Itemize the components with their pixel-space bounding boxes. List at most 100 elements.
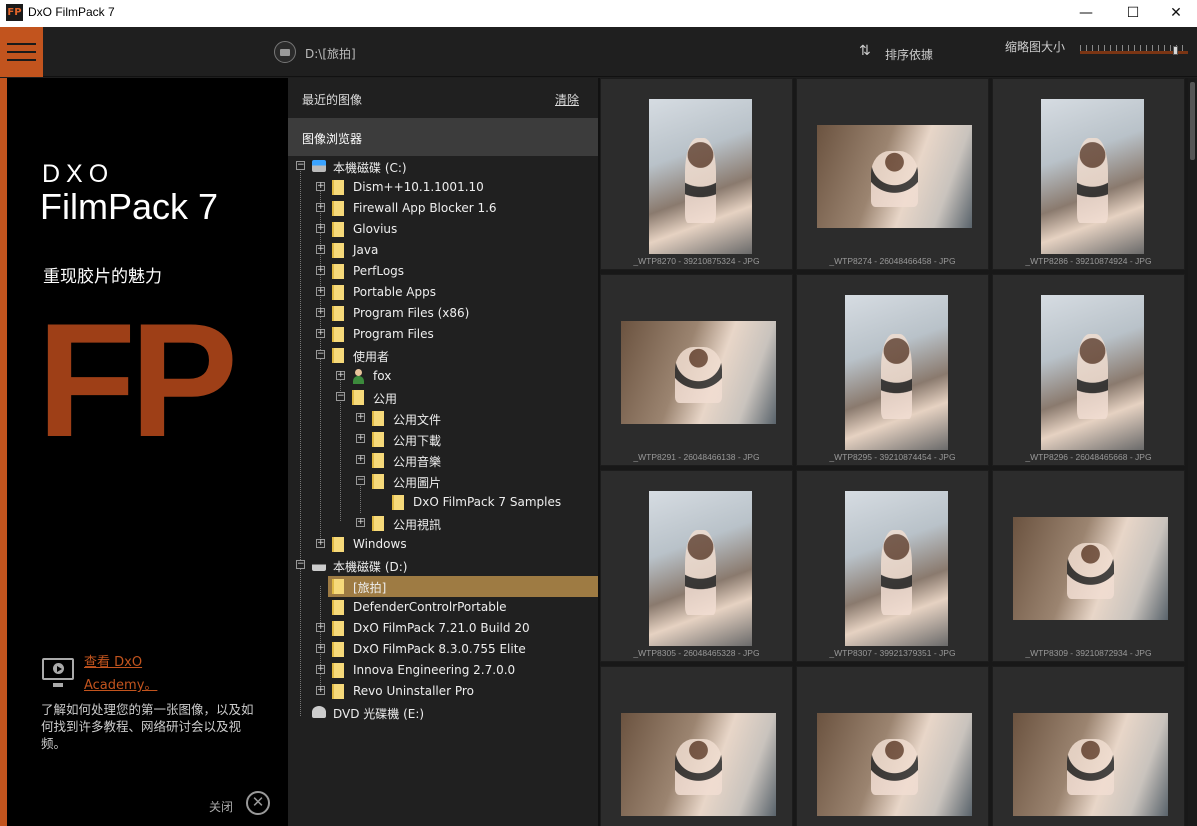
close-panel-button[interactable]: ✕: [246, 791, 270, 815]
thumbnail-image[interactable]: [845, 295, 948, 450]
expand-icon[interactable]: +: [316, 539, 325, 548]
recent-images-label[interactable]: 最近的图像: [302, 91, 362, 108]
welcome-panel: DXO FilmPack 7 重现胶片的魅力 FP 查看 DxO Academy…: [0, 78, 288, 826]
folder-icon: [372, 411, 384, 426]
thumbnail-cell[interactable]: _WTP8307 - 39921379351 - JPG: [796, 470, 989, 662]
thumbnail-cell[interactable]: [992, 666, 1185, 826]
thumbnail-image[interactable]: [845, 491, 948, 646]
expand-icon[interactable]: +: [316, 644, 325, 653]
tree-item[interactable]: + Firewall App Blocker 1.6: [288, 198, 598, 219]
expand-icon[interactable]: +: [356, 518, 365, 527]
collapse-icon[interactable]: −: [296, 560, 305, 569]
thumbnail-cell[interactable]: _WTP8274 - 26048466458 - JPG: [796, 78, 989, 270]
tree-item[interactable]: + Glovius: [288, 219, 598, 240]
thumbnail-image[interactable]: [649, 491, 752, 646]
thumbnail-image[interactable]: [817, 713, 972, 816]
tree-item[interactable]: + Portable Apps: [288, 282, 598, 303]
tree-item[interactable]: − 公用圖片: [288, 471, 598, 492]
thumbnail-cell[interactable]: _WTP8286 - 39210874924 - JPG: [992, 78, 1185, 270]
image-browser-panel: 最近的图像 清除 图像浏览器 − 本機磁碟 (C:) + Dism++10.1.100…: [288, 78, 598, 826]
tree-item[interactable]: + 公用文件: [288, 408, 598, 429]
tree-item[interactable]: − 本機磁碟 (D:): [288, 555, 598, 576]
close-panel-label[interactable]: 关闭: [209, 798, 233, 815]
collapse-icon[interactable]: −: [336, 392, 345, 401]
thumbnail-image[interactable]: [1041, 99, 1144, 254]
thumbnail-cell[interactable]: _WTP8296 - 26048465668 - JPG: [992, 274, 1185, 466]
folder-browse-icon[interactable]: [274, 41, 296, 63]
tree-item[interactable]: − 本機磁碟 (C:): [288, 156, 598, 177]
slider-handle[interactable]: [1173, 46, 1178, 55]
thumbnail-image[interactable]: [621, 713, 776, 816]
tree-item[interactable]: + DxO FilmPack 8.3.0.755 Elite: [288, 639, 598, 660]
thumbnail-cell[interactable]: _WTP8295 - 39210874454 - JPG: [796, 274, 989, 466]
expand-icon[interactable]: +: [316, 329, 325, 338]
tree-item[interactable]: + 公用下載: [288, 429, 598, 450]
sort-button[interactable]: 排序依據: [885, 46, 933, 63]
thumbnail-cell[interactable]: [796, 666, 989, 826]
expand-icon[interactable]: +: [316, 623, 325, 632]
tree-item[interactable]: + Program Files (x86): [288, 303, 598, 324]
thumbnail-image[interactable]: [817, 125, 972, 228]
expand-icon[interactable]: +: [316, 182, 325, 191]
scrollbar-thumb[interactable]: [1190, 82, 1195, 160]
expand-icon[interactable]: +: [316, 308, 325, 317]
expand-icon[interactable]: +: [316, 266, 325, 275]
expand-icon[interactable]: +: [316, 245, 325, 254]
expand-icon[interactable]: +: [336, 371, 345, 380]
sort-icon[interactable]: ⇅: [859, 43, 871, 59]
expand-icon[interactable]: +: [316, 686, 325, 695]
tree-item[interactable]: − 使用者: [288, 345, 598, 366]
thumbnail-image[interactable]: [649, 99, 752, 254]
thumbnail-cell[interactable]: _WTP8309 - 39210872934 - JPG: [992, 470, 1185, 662]
tree-item[interactable]: + 公用音樂: [288, 450, 598, 471]
maximize-button[interactable]: ☐: [1110, 0, 1156, 27]
thumbnail-image[interactable]: [1013, 713, 1168, 816]
expand-icon[interactable]: +: [316, 287, 325, 296]
thumbnail-image[interactable]: [1041, 295, 1144, 450]
academy-link-continued[interactable]: Academy。: [84, 674, 157, 693]
thumbnail-cell[interactable]: [600, 666, 793, 826]
grid-scrollbar[interactable]: [1188, 78, 1197, 826]
thumbnail-image[interactable]: [1013, 517, 1168, 620]
folder-icon: [332, 222, 344, 237]
thumbnail-image[interactable]: [621, 321, 776, 424]
recent-images-row[interactable]: 最近的图像 清除: [288, 78, 598, 118]
tree-item[interactable]: − 公用: [288, 387, 598, 408]
expand-icon[interactable]: +: [316, 224, 325, 233]
tree-item[interactable]: + Revo Uninstaller Pro: [288, 681, 598, 702]
hamburger-icon[interactable]: [0, 27, 43, 77]
tree-item[interactable]: DVD 光碟機 (E:): [288, 702, 598, 723]
collapse-icon[interactable]: −: [296, 161, 305, 170]
tree-item[interactable]: + Innova Engineering 2.7.0.0: [288, 660, 598, 681]
collapse-icon[interactable]: −: [316, 350, 325, 359]
close-window-button[interactable]: ✕: [1153, 0, 1197, 27]
tree-item[interactable]: DefenderControlrPortable: [288, 597, 598, 618]
tree-item[interactable]: + fox: [288, 366, 598, 387]
tree-item[interactable]: + Java: [288, 240, 598, 261]
academy-link[interactable]: 查看 DxO: [84, 651, 142, 670]
tree-item[interactable]: + PerfLogs: [288, 261, 598, 282]
expand-icon[interactable]: +: [356, 434, 365, 443]
expand-icon[interactable]: +: [356, 413, 365, 422]
tree-item[interactable]: + Windows: [288, 534, 598, 555]
tree-item-label: 公用視訊: [393, 518, 442, 532]
tree-item[interactable]: + Program Files: [288, 324, 598, 345]
minimize-button[interactable]: —: [1063, 0, 1109, 27]
thumbnail-cell[interactable]: _WTP8305 - 26048465328 - JPG: [600, 470, 793, 662]
expand-icon[interactable]: +: [316, 203, 325, 212]
thumbnail-cell[interactable]: _WTP8270 - 39210875324 - JPG: [600, 78, 793, 270]
thumbnail-cell[interactable]: _WTP8291 - 26048466138 - JPG: [600, 274, 793, 466]
tree-item[interactable]: [旅拍]: [328, 576, 598, 597]
tree-item[interactable]: + Dism++10.1.1001.10: [288, 177, 598, 198]
tree-item[interactable]: + 公用視訊: [288, 513, 598, 534]
expand-icon[interactable]: +: [316, 665, 325, 674]
tree-item[interactable]: DxO FilmPack 7 Samples: [288, 492, 598, 513]
tree-item-label: DefenderControlrPortable: [353, 600, 507, 614]
tree-item[interactable]: + DxO FilmPack 7.21.0 Build 20: [288, 618, 598, 639]
thumbnail-caption: _WTP8309 - 39210872934 - JPG: [1025, 648, 1152, 658]
expand-icon[interactable]: +: [356, 455, 365, 464]
collapse-icon[interactable]: −: [356, 476, 365, 485]
clear-recent-button[interactable]: 清除: [555, 91, 579, 108]
dvd-drive-icon: [312, 706, 326, 718]
thumbnail-size-slider[interactable]: [1080, 45, 1188, 57]
